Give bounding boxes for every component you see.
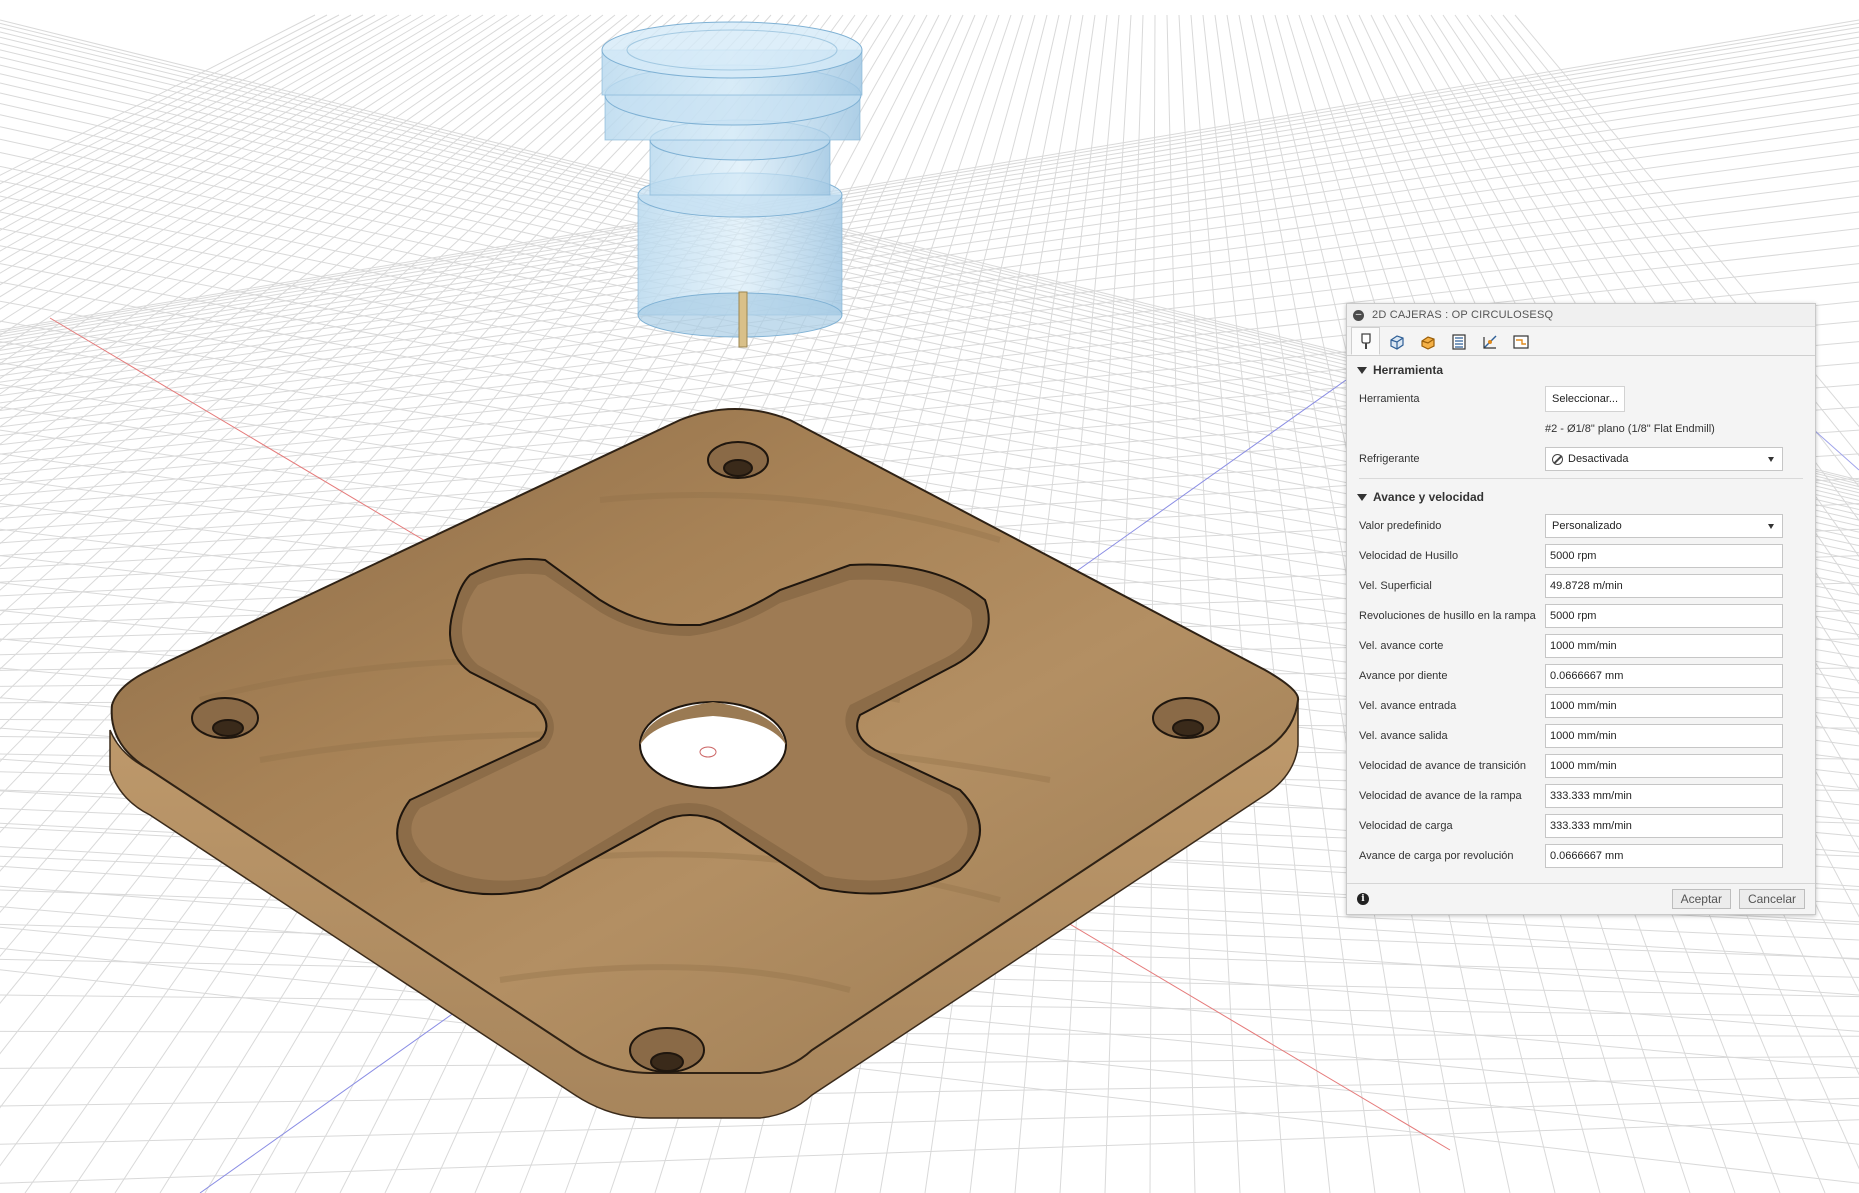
feed-row: Velocidad de Husillo 5000 rpm (1347, 541, 1815, 571)
heights-icon (1420, 335, 1435, 350)
feed-row: Velocidad de avance de la rampa 333.333 … (1347, 781, 1815, 811)
plunge-feedrate-input[interactable]: 333.333 mm/min (1545, 814, 1783, 838)
section-feed-header[interactable]: Avance y velocidad (1347, 483, 1815, 511)
transition-feedrate-input[interactable]: 1000 mm/min (1545, 754, 1783, 778)
feed-row: Avance de carga por revolución 0.0666667… (1347, 841, 1815, 871)
dialog-footer: i Aceptar Cancelar (1347, 883, 1815, 914)
ramp-spindle-speed-input[interactable]: 5000 rpm (1545, 604, 1783, 628)
collapse-icon[interactable]: – (1353, 309, 1364, 321)
feed-rows: Velocidad de Husillo 5000 rpm Vel. Super… (1347, 541, 1815, 871)
geometry-icon (1389, 334, 1404, 350)
tool-row: Herramienta Seleccionar... (1347, 384, 1815, 414)
coolant-row: Refrigerante Desactivada (1347, 444, 1815, 474)
spindle-speed-input[interactable]: 5000 rpm (1545, 544, 1783, 568)
tab-heights[interactable] (1413, 328, 1442, 355)
section-divider (1359, 478, 1803, 479)
preset-label: Valor predefinido (1359, 520, 1442, 532)
preset-row: Valor predefinido Personalizado (1347, 511, 1815, 541)
cutting-feedrate-input[interactable]: 1000 mm/min (1545, 634, 1783, 658)
feed-row-label: Velocidad de carga (1359, 820, 1453, 832)
dialog-title-bar: – 2D CAJERAS : OP CIRCULOSESQ (1347, 304, 1815, 327)
passes-icon (1451, 333, 1466, 350)
tool-label: Herramienta (1359, 393, 1420, 405)
feed-row: Avance por diente 0.0666667 mm (1347, 661, 1815, 691)
preset-select[interactable]: Personalizado (1545, 514, 1783, 538)
end-mill (738, 291, 748, 348)
feed-row-label: Vel. avance entrada (1359, 700, 1457, 712)
tab-tool[interactable] (1351, 327, 1380, 355)
feed-row: Vel. avance salida 1000 mm/min (1347, 721, 1815, 751)
feed-row: Velocidad de carga 333.333 mm/min (1347, 811, 1815, 841)
tab-linking[interactable] (1475, 328, 1504, 355)
feed-row-label: Avance por diente (1359, 670, 1448, 682)
lead-out-feedrate-input[interactable]: 1000 mm/min (1545, 724, 1783, 748)
tool-icon (1360, 333, 1371, 349)
feed-row-label: Vel. avance salida (1359, 730, 1448, 742)
tab-geometry[interactable] (1382, 328, 1411, 355)
tab-post[interactable] (1506, 328, 1535, 355)
pocket-2d-dialog: – 2D CAJERAS : OP CIRCULOSESQ Herramient… (1346, 303, 1816, 915)
post-icon (1512, 334, 1529, 349)
feed-row: Vel. Superficial 49.8728 m/min (1347, 571, 1815, 601)
lead-in-feedrate-input[interactable]: 1000 mm/min (1545, 694, 1783, 718)
ramp-feedrate-input[interactable]: 333.333 mm/min (1545, 784, 1783, 808)
feed-row: Revoluciones de husillo en la rampa 5000… (1347, 601, 1815, 631)
feed-row-label: Avance de carga por revolución (1359, 850, 1514, 862)
y-axis-line-right (1813, 429, 1859, 471)
feed-row-label: Velocidad de avance de transición (1359, 760, 1526, 772)
tab-passes[interactable] (1444, 328, 1473, 355)
feed-row-label: Velocidad de avance de la rampa (1359, 790, 1522, 802)
preset-value: Personalizado (1552, 520, 1622, 532)
feed-row-label: Vel. avance corte (1359, 640, 1444, 652)
disabled-icon (1552, 453, 1563, 465)
feed-row: Vel. avance entrada 1000 mm/min (1347, 691, 1815, 721)
info-icon[interactable]: i (1357, 893, 1369, 905)
dialog-tabs (1347, 327, 1815, 356)
expand-triangle-icon (1357, 366, 1367, 374)
feed-per-tooth-input[interactable]: 0.0666667 mm (1545, 664, 1783, 688)
section-feed-title: Avance y velocidad (1373, 490, 1484, 504)
feed-row-label: Revoluciones de husillo en la rampa (1359, 610, 1536, 622)
cancel-button[interactable]: Cancelar (1738, 889, 1805, 909)
coolant-label: Refrigerante (1359, 453, 1420, 465)
coolant-value: Desactivada (1568, 453, 1629, 465)
feed-row-label: Velocidad de Husillo (1359, 550, 1459, 562)
feed-row-label: Vel. Superficial (1359, 580, 1432, 592)
feed-row: Velocidad de avance de transición 1000 m… (1347, 751, 1815, 781)
section-tool-title: Herramienta (1373, 363, 1444, 377)
tool-holder (601, 21, 863, 338)
tool-description: #2 - Ø1/8" plano (1/8" Flat Endmill) (1545, 423, 1715, 435)
surface-speed-input[interactable]: 49.8728 m/min (1545, 574, 1783, 598)
linking-icon (1482, 335, 1496, 349)
expand-triangle-icon (1357, 493, 1367, 501)
dropdown-caret-icon (1768, 524, 1774, 529)
dialog-title: 2D CAJERAS : OP CIRCULOSESQ (1372, 309, 1554, 321)
select-tool-button[interactable]: Seleccionar... (1545, 386, 1626, 412)
plunge-feed-per-rev-input[interactable]: 0.0666667 mm (1545, 844, 1783, 868)
feed-row: Vel. avance corte 1000 mm/min (1347, 631, 1815, 661)
dropdown-caret-icon (1768, 457, 1774, 462)
coolant-select[interactable]: Desactivada (1545, 447, 1783, 471)
section-tool-header[interactable]: Herramienta (1347, 356, 1815, 384)
ok-button[interactable]: Aceptar (1671, 889, 1731, 909)
